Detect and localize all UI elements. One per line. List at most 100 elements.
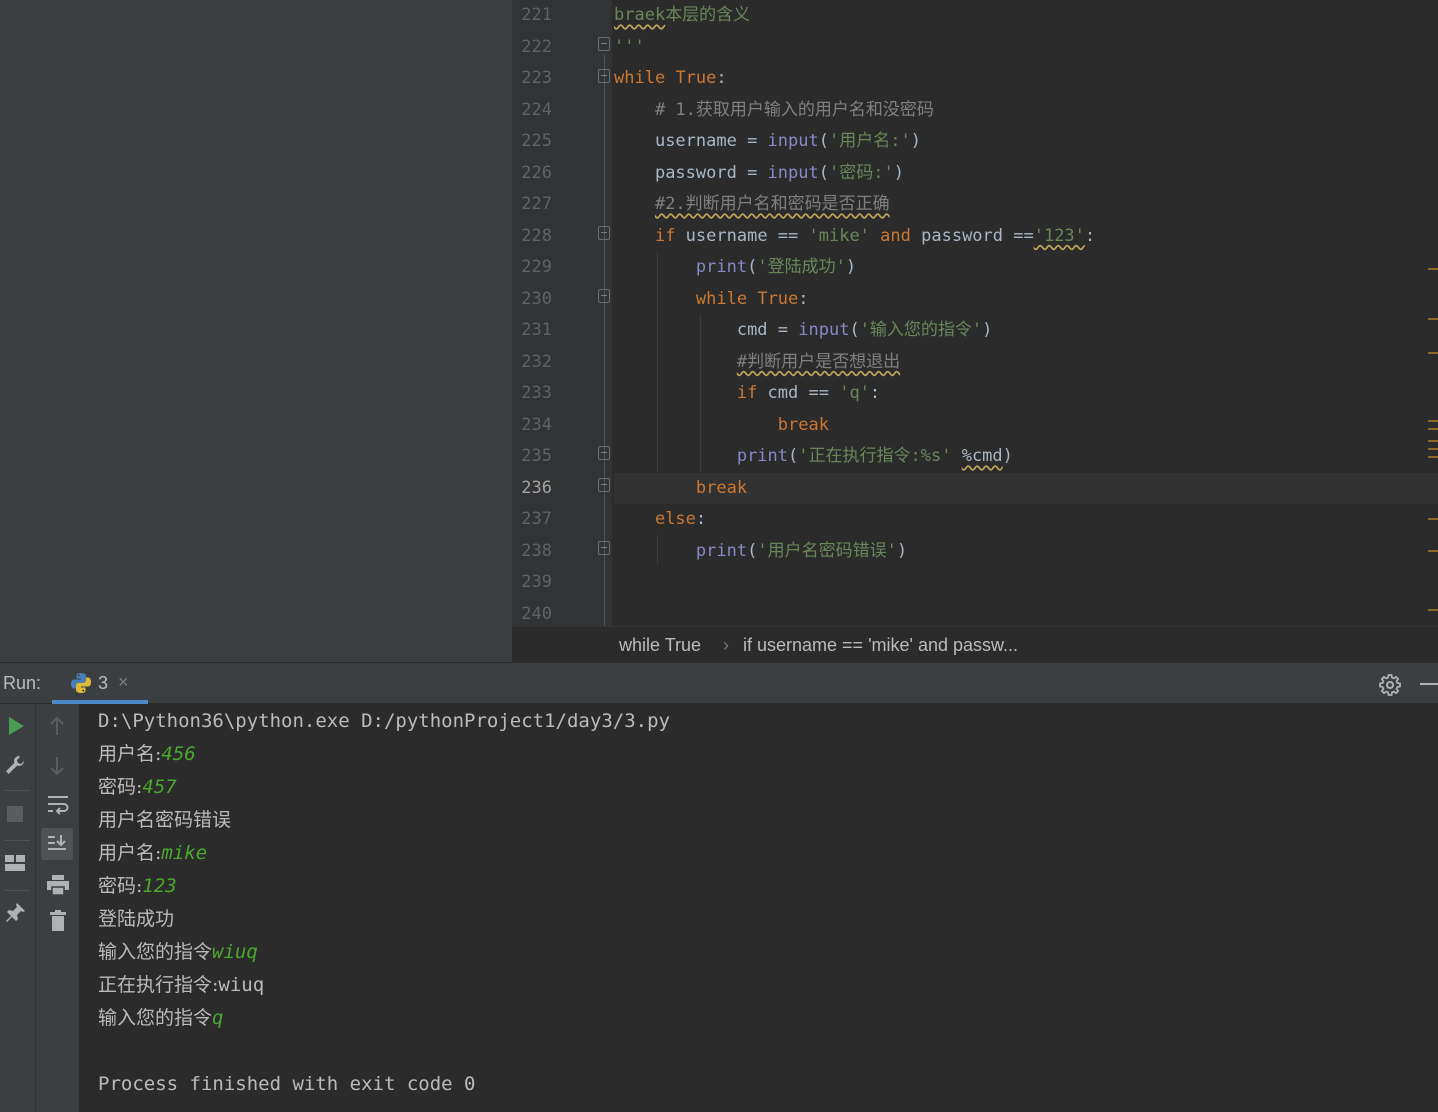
code-line-236-current[interactable]: break: [614, 472, 1438, 504]
code-line-221[interactable]: braek本层的含义: [614, 0, 1438, 32]
code-line-224[interactable]: # 1.获取用户输入的用户名和没密码: [614, 95, 1438, 127]
code-token: cmd =: [736, 320, 799, 340]
line-number: 221: [521, 5, 552, 25]
stop-icon[interactable]: [7, 806, 23, 822]
code-line-238[interactable]: print('用户名密码错误'): [614, 536, 1438, 568]
wrench-icon[interactable]: [4, 754, 26, 776]
code-line-231[interactable]: cmd = input('输入您的指令'): [614, 315, 1438, 347]
scroll-to-end-button[interactable]: [41, 828, 73, 860]
breadcrumb: while True › if username == 'mike' and p…: [512, 626, 1438, 662]
error-stripe-mark[interactable]: [1428, 550, 1438, 552]
error-stripe-mark[interactable]: [1428, 448, 1438, 450]
line-number: 239: [521, 572, 552, 592]
console-line: 密码:123: [98, 870, 177, 903]
error-stripe-mark[interactable]: [1428, 456, 1438, 458]
run-console-output[interactable]: D:\Python36\python.exe D:/pythonProject1…: [80, 704, 1438, 1112]
fold-marker-icon[interactable]: [598, 446, 610, 460]
toolbar-separator: [4, 890, 30, 891]
line-number: 230: [521, 288, 552, 309]
code-token: '123': [1033, 225, 1085, 246]
line-number: 231: [521, 320, 552, 340]
close-icon[interactable]: ×: [118, 672, 129, 693]
line-number: 222: [521, 36, 552, 57]
console-prompt: 输入您的指令: [98, 941, 213, 963]
error-stripe-mark[interactable]: [1428, 318, 1438, 320]
error-stripe-mark[interactable]: [1428, 428, 1438, 430]
code-line-237[interactable]: else:: [614, 504, 1438, 536]
run-label: Run:: [3, 673, 42, 693]
code-line-235[interactable]: print('正在执行指令:%s' %cmd): [614, 441, 1438, 473]
console-prompt: 输入您的指令: [98, 1007, 213, 1029]
line-number: 235: [521, 446, 552, 466]
code-line-234[interactable]: break: [614, 410, 1438, 442]
code-line-233[interactable]: if cmd == 'q':: [614, 378, 1438, 410]
console-line: 用户名:456: [98, 738, 196, 771]
code-line-228[interactable]: if username == 'mike' and password =='12…: [614, 221, 1438, 253]
code-token: print: [695, 257, 748, 277]
code-editor[interactable]: 221 222 223 224 225 226 227 228 229 230 …: [512, 0, 1438, 662]
code-line-226[interactable]: password = input('密码:'): [614, 158, 1438, 190]
fold-marker-icon[interactable]: [598, 541, 610, 555]
arrow-down-icon[interactable]: [48, 756, 66, 776]
soft-wrap-icon[interactable]: [46, 794, 70, 816]
error-stripe-mark[interactable]: [1428, 609, 1438, 611]
fold-marker-icon[interactable]: [598, 37, 610, 51]
fold-marker-icon[interactable]: [598, 226, 610, 240]
project-panel: [0, 0, 512, 662]
print-icon[interactable]: [46, 874, 70, 896]
settings-gear-icon[interactable]: [1378, 673, 1402, 697]
error-stripe-mark[interactable]: [1428, 518, 1438, 520]
code-line-232[interactable]: #判断用户是否想退出: [614, 347, 1438, 379]
code-token: 'mike': [808, 225, 870, 246]
line-number-current: 236: [521, 477, 552, 498]
code-line-222[interactable]: ''': [614, 32, 1438, 64]
run-icon[interactable]: [7, 716, 25, 736]
code-token: %cmd: [961, 446, 1003, 466]
code-line-223[interactable]: while True:: [614, 63, 1438, 95]
pin-icon[interactable]: [4, 902, 26, 924]
error-stripe-mark[interactable]: [1428, 440, 1438, 442]
code-token: username =: [654, 131, 768, 151]
console-prompt: 密码:: [98, 776, 143, 798]
code-token: while: [695, 288, 748, 309]
fold-marker-icon[interactable]: [598, 478, 610, 492]
fold-marker-icon[interactable]: [598, 69, 610, 83]
code-token: '输入您的指令': [859, 320, 983, 340]
console-output-value: wiuq: [218, 974, 265, 996]
code-line-225[interactable]: username = input('用户名:'): [614, 126, 1438, 158]
code-token: '正在执行指令:%s': [798, 446, 952, 466]
code-token: '用户名密码错误': [757, 540, 897, 561]
trash-icon[interactable]: [49, 910, 67, 932]
toolbar-separator: [4, 790, 30, 791]
code-line-229[interactable]: print('登陆成功'): [614, 252, 1438, 284]
line-number: 226: [521, 162, 552, 183]
console-line: 登陆成功: [98, 903, 174, 936]
layout-icon[interactable]: [4, 854, 26, 872]
error-stripe-mark[interactable]: [1428, 268, 1438, 270]
run-tab-label: 3: [98, 673, 109, 693]
console-output: 登陆成功: [98, 908, 175, 930]
arrow-up-icon[interactable]: [48, 716, 66, 736]
code-token: '密码:': [828, 162, 894, 183]
run-tab[interactable]: 3 ×: [52, 663, 148, 704]
console-command-line: D:\Python36\python.exe D:/pythonProject1…: [98, 710, 670, 732]
code-token: :: [1084, 225, 1096, 246]
console-user-input: 456: [161, 743, 196, 765]
breadcrumb-separator: ›: [723, 635, 729, 655]
console-user-input: q: [212, 1007, 224, 1029]
code-line-230[interactable]: while True:: [614, 284, 1438, 316]
code-token: if: [654, 225, 676, 246]
breadcrumb-item[interactable]: if username == 'mike' and passw...: [743, 627, 1018, 663]
breadcrumb-item[interactable]: while True: [619, 627, 701, 663]
error-stripe-mark[interactable]: [1428, 420, 1438, 422]
console-line: 输入您的指令wiuq: [98, 936, 258, 969]
code-token: cmd ==: [757, 383, 840, 403]
code-token: input: [767, 162, 819, 183]
console-line: 用户名密码错误: [98, 804, 231, 837]
minimize-icon[interactable]: [1420, 683, 1438, 685]
code-token: True: [675, 68, 717, 88]
code-token: '登陆成功': [757, 257, 846, 277]
fold-marker-icon[interactable]: [598, 289, 610, 303]
code-line-227[interactable]: #2.判断用户名和密码是否正确: [614, 189, 1438, 221]
error-stripe-mark[interactable]: [1428, 352, 1438, 354]
